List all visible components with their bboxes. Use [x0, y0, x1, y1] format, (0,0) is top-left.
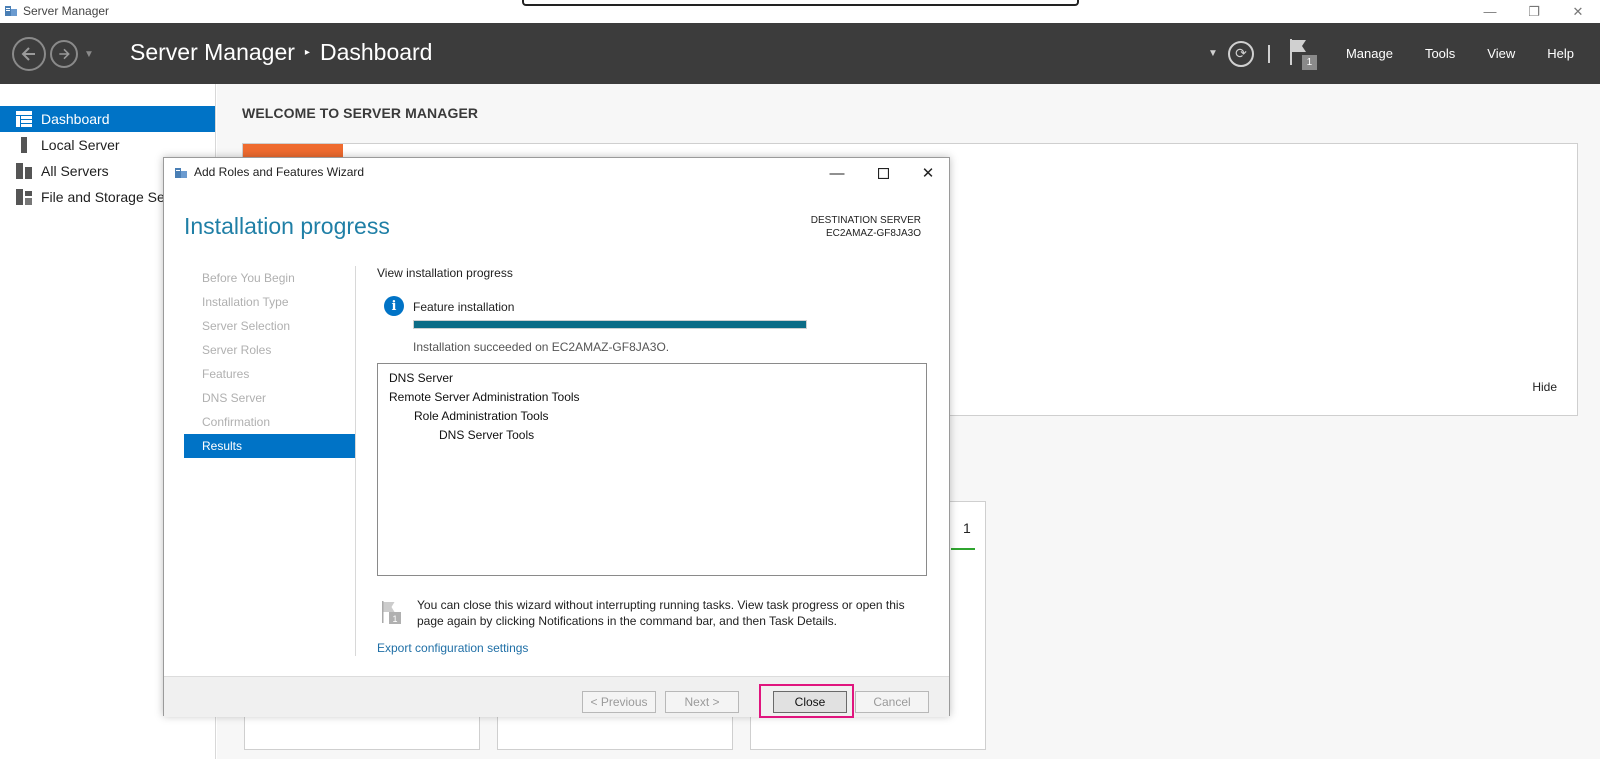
server-icon: [21, 137, 27, 153]
dashboard-icon: [16, 111, 32, 127]
minimize-button[interactable]: —: [1468, 0, 1512, 23]
sidebar-item-label: All Servers: [41, 163, 109, 179]
wizard-minimize-button[interactable]: —: [814, 158, 860, 188]
step-features: Features: [202, 367, 250, 381]
step-results[interactable]: Results: [184, 434, 355, 458]
close-wizard-note: You can close this wizard without interr…: [417, 598, 905, 628]
notification-flag-icon: 1: [382, 601, 401, 624]
back-button[interactable]: [12, 37, 46, 71]
wizard-title: Add Roles and Features Wizard: [194, 165, 365, 179]
progress-fill: [414, 321, 806, 328]
view-progress-label: View installation progress: [377, 266, 513, 280]
result-item: DNS Server: [389, 371, 454, 385]
tile-count: 1: [963, 520, 971, 536]
close-icon: ✕: [1572, 3, 1584, 19]
minimize-icon: —: [1483, 4, 1497, 19]
note-badge: 1: [392, 614, 397, 624]
server-manager-header: ▼ Server Manager ▸ Dashboard ▼ ⟳ 1 Manag…: [0, 23, 1600, 84]
step-server-selection: Server Selection: [202, 319, 291, 333]
header-divider: [1267, 44, 1270, 63]
step-before-you-begin: Before You Begin: [202, 271, 295, 285]
wizard-maximize-button[interactable]: [860, 158, 906, 188]
menu-view[interactable]: View: [1471, 46, 1531, 61]
arrow-right-icon: [59, 48, 70, 60]
sidebar-item-label: Dashboard: [41, 111, 110, 127]
cancel-button[interactable]: Cancel: [855, 691, 929, 713]
next-button[interactable]: Next >: [665, 691, 739, 713]
info-icon: i: [384, 296, 404, 316]
minimize-icon: —: [829, 164, 845, 182]
result-item: Role Administration Tools: [414, 409, 549, 423]
sidebar-item-dashboard[interactable]: Dashboard: [0, 106, 215, 132]
wizard-titlebar: Add Roles and Features Wizard — ✕: [164, 158, 949, 188]
result-item: Remote Server Administration Tools: [389, 390, 580, 404]
menu-manage[interactable]: Manage: [1330, 46, 1409, 61]
forward-button[interactable]: [50, 40, 78, 68]
restore-icon: ❐: [1528, 3, 1540, 19]
sidebar-item-label: Local Server: [41, 137, 120, 153]
hide-link[interactable]: Hide: [1532, 380, 1557, 394]
status-bar-green: [951, 548, 975, 550]
history-dropdown-icon[interactable]: ▼: [84, 49, 94, 60]
results-list[interactable]: DNS Server Remote Server Administration …: [377, 363, 927, 576]
breadcrumb-app: Server Manager: [130, 39, 295, 65]
destination-server-info: DESTINATION SERVER EC2AMAZ-GF8JA3O: [811, 214, 921, 240]
destination-label: DESTINATION SERVER: [810, 215, 921, 226]
notification-badge: 1: [1301, 54, 1317, 70]
chevron-down-icon[interactable]: ▼: [1208, 48, 1218, 59]
sidebar-item-local-server[interactable]: Local Server: [0, 132, 215, 158]
notifications-button[interactable]: 1: [1288, 37, 1318, 71]
header-toolbar: ▼ ⟳ 1 Manage Tools View Help: [1208, 23, 1600, 84]
wizard-heading: Installation progress: [184, 213, 390, 239]
menu-tools[interactable]: Tools: [1409, 46, 1471, 61]
step-dns-server: DNS Server: [202, 391, 267, 405]
add-roles-wizard-dialog: Add Roles and Features Wizard — ✕ Instal…: [163, 157, 950, 718]
menu-help[interactable]: Help: [1531, 46, 1600, 61]
steps-divider: [355, 266, 356, 656]
window-titlebar: Server Manager — ❐ ✕: [0, 0, 1600, 23]
arrow-left-icon: [21, 47, 35, 61]
step-installation-type: Installation Type: [202, 295, 289, 309]
previous-button[interactable]: < Previous: [582, 691, 656, 713]
result-item: DNS Server Tools: [439, 428, 535, 442]
maximize-icon: [877, 167, 889, 179]
feature-installation-label: Feature installation: [413, 300, 515, 314]
servers-icon: [16, 163, 32, 179]
sidebar-item-label: File and Storage Ser: [41, 189, 170, 205]
window-title: Server Manager: [23, 4, 110, 18]
export-configuration-link[interactable]: Export configuration settings: [377, 641, 528, 655]
server-manager-icon: [5, 6, 17, 16]
taskbar-search-bar[interactable]: [522, 0, 1079, 6]
breadcrumb-separator-icon: ▸: [304, 47, 310, 58]
destination-server: EC2AMAZ-GF8JA3O: [825, 228, 921, 239]
close-button[interactable]: Close: [773, 691, 847, 713]
installation-progress-bar: [413, 320, 807, 329]
welcome-title: WELCOME TO SERVER MANAGER: [242, 105, 479, 121]
wizard-icon: [175, 168, 187, 178]
step-confirmation: Confirmation: [202, 415, 271, 429]
wizard-steps: Before You Begin Installation Type Serve…: [184, 266, 355, 458]
breadcrumb: Server Manager ▸ Dashboard: [130, 39, 432, 66]
installation-result-message: Installation succeeded on EC2AMAZ-GF8JA3…: [413, 340, 670, 354]
wizard-close-button[interactable]: ✕: [905, 158, 951, 188]
wizard-footer: < Previous Next > Close Cancel: [164, 676, 949, 718]
close-icon: ✕: [921, 165, 935, 182]
breadcrumb-page: Dashboard: [319, 39, 433, 65]
restore-button[interactable]: ❐: [1512, 0, 1556, 23]
refresh-icon[interactable]: ⟳: [1227, 40, 1254, 67]
step-server-roles: Server Roles: [202, 343, 272, 357]
close-window-button[interactable]: ✕: [1556, 0, 1600, 23]
storage-icon: [16, 189, 32, 205]
